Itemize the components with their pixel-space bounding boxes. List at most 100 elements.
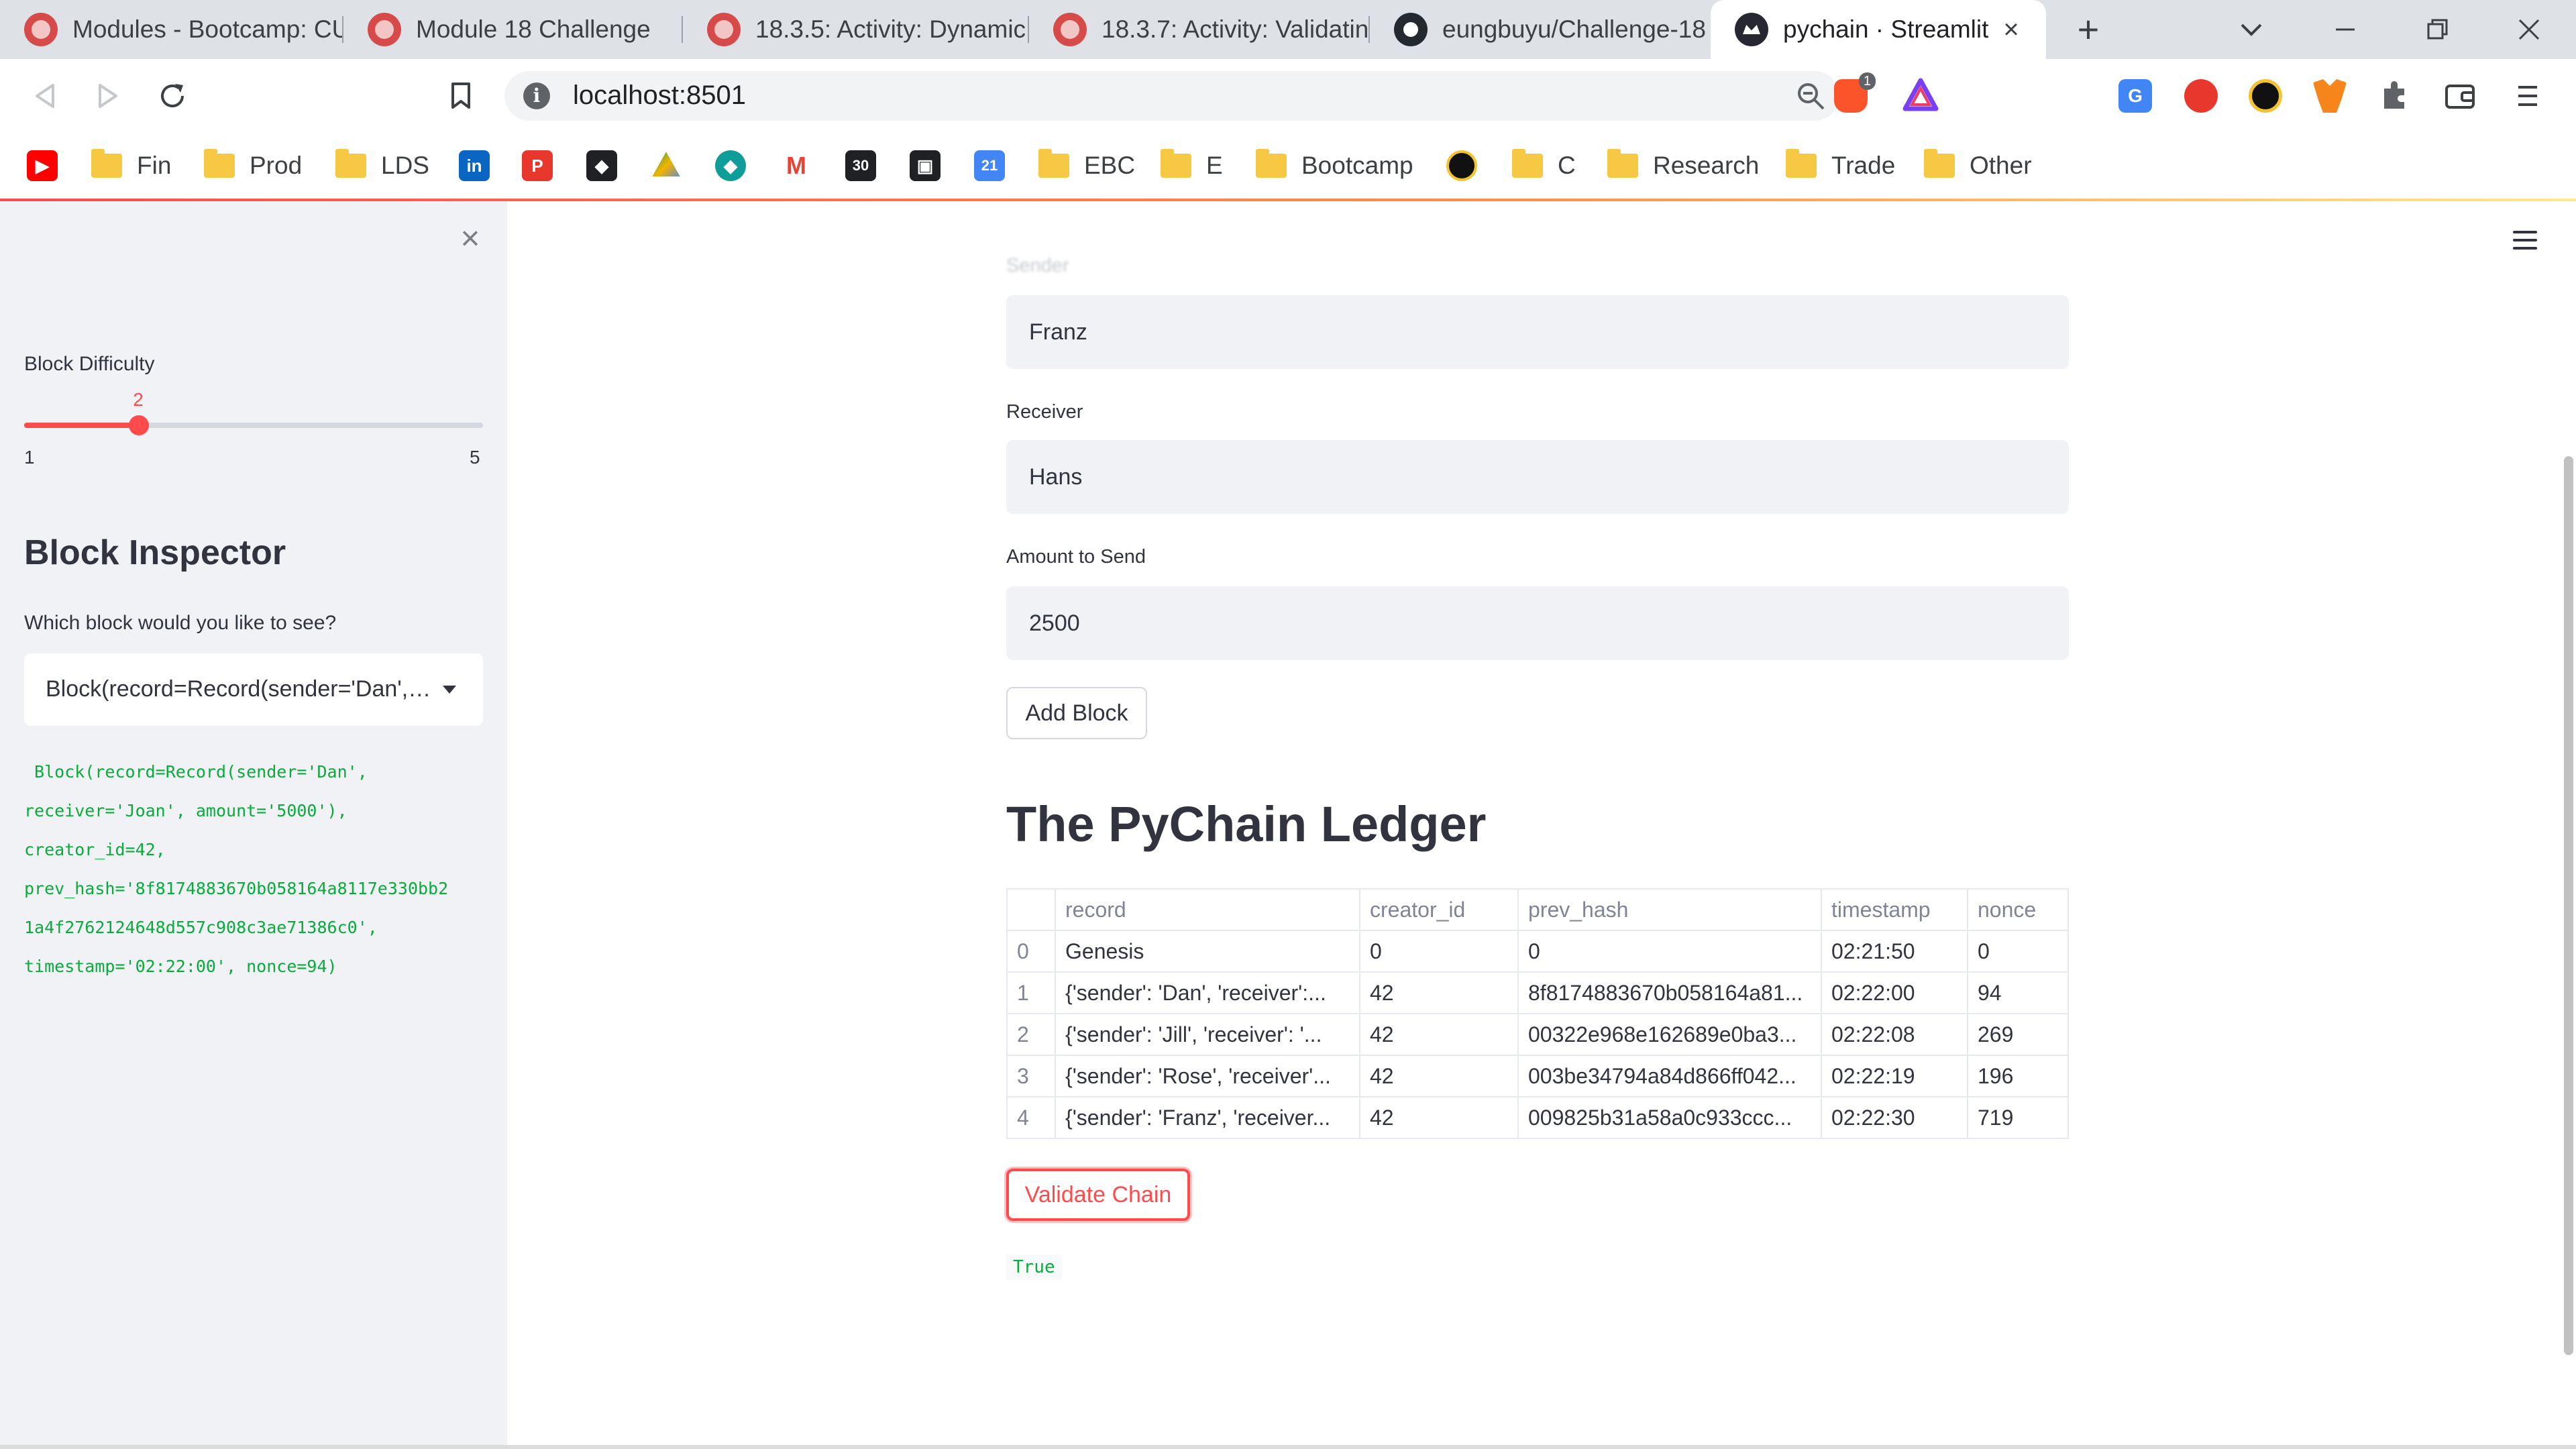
back-icon[interactable] (23, 74, 67, 118)
table-cell[interactable]: {'sender': 'Rose', 'receiver'... (1055, 1055, 1360, 1097)
table-cell[interactable]: {'sender': 'Jill', 'receiver': '... (1055, 1013, 1360, 1056)
address-bar[interactable]: i localhost:8501 (504, 71, 1839, 121)
table-header-row: record creator_id prev_hash timestamp no… (1006, 888, 2069, 931)
bookmark-google-drive[interactable] (651, 146, 682, 185)
bookmark-folder[interactable]: Bootcamp (1256, 146, 1413, 185)
amount-input[interactable]: 2500 (1006, 586, 2069, 660)
zoom-icon[interactable] (1795, 80, 1826, 111)
browser-tab-active[interactable]: pychain · Streamlit × (1711, 0, 2046, 59)
bookmark-folder[interactable]: Prod (204, 146, 302, 185)
page-scrollbar[interactable] (2564, 456, 2573, 1355)
metamask-icon[interactable] (2313, 79, 2347, 113)
wallet-icon[interactable] (2443, 79, 2477, 113)
brave-shield-icon[interactable]: 1 (1834, 72, 1876, 113)
table-cell[interactable]: 0 (1359, 930, 1519, 973)
bookmark-folder[interactable]: EBC (1038, 146, 1135, 185)
brave-rewards-icon[interactable] (1902, 78, 1939, 111)
bookmark-app[interactable]: P (522, 146, 553, 185)
table-cell[interactable]: 00322e968e162689e0ba3... (1517, 1013, 1822, 1056)
browser-tab[interactable]: eungbuyu/Challenge-18 (1370, 0, 1711, 59)
table-cell[interactable]: 0 (1517, 930, 1822, 973)
validate-chain-button[interactable]: Validate Chain (1006, 1169, 1190, 1221)
table-cell[interactable]: {'sender': 'Franz', 'receiver... (1055, 1096, 1360, 1139)
bookmark-linkedin[interactable]: in (459, 146, 490, 185)
table-cell[interactable]: 8f8174883670b058164a81... (1517, 971, 1822, 1014)
close-tab-icon[interactable]: × (1996, 15, 2026, 44)
table-cell[interactable]: 003be34794a84d866ff042... (1517, 1055, 1822, 1097)
browser-tab-bar: Modules - Bootcamp: CU Module 18 Challen… (0, 0, 2576, 59)
table-cell[interactable]: 02:22:30 (1821, 1096, 1968, 1139)
slider-thumb[interactable] (129, 415, 149, 435)
column-header[interactable]: nonce (1967, 888, 2069, 931)
app-menu-icon[interactable] (2513, 231, 2537, 255)
column-header[interactable]: timestamp (1821, 888, 1968, 931)
restore-icon[interactable] (2418, 12, 2458, 47)
column-header[interactable] (1006, 888, 1056, 931)
bookmark-page-icon[interactable] (439, 74, 483, 118)
browser-tab[interactable]: Modules - Bootcamp: CU (0, 0, 343, 59)
bookmark-folder[interactable]: Research (1607, 146, 1759, 185)
bookmark-app[interactable] (1446, 146, 1477, 185)
bookmark-gmail[interactable]: M (781, 146, 812, 185)
bookmark-youtube[interactable]: ▶ (27, 146, 58, 185)
block-select[interactable]: Block(record=Record(sender='Dan', receiv… (24, 653, 483, 726)
table-cell[interactable]: 42 (1359, 1013, 1519, 1056)
browser-tab[interactable]: Module 18 Challenge (343, 0, 683, 59)
bookmark-app[interactable]: ◆ (715, 146, 746, 185)
coin-extension-icon[interactable] (2249, 79, 2282, 113)
browser-tab[interactable]: 18.3.7: Activity: Validating (1029, 0, 1370, 59)
bookmark-folder[interactable]: Fin (91, 146, 171, 185)
table-cell[interactable]: 42 (1359, 1055, 1519, 1097)
table-cell[interactable]: 196 (1967, 1055, 2069, 1097)
new-tab-icon[interactable]: + (2070, 11, 2107, 48)
reload-icon[interactable] (150, 74, 195, 118)
table-cell[interactable]: 02:22:00 (1821, 971, 1968, 1014)
table-cell[interactable]: 269 (1967, 1013, 2069, 1056)
table-cell[interactable]: 02:22:19 (1821, 1055, 1968, 1097)
bookmark-folder[interactable]: E (1161, 146, 1223, 185)
browser-tab-title: Modules - Bootcamp: CU (72, 15, 343, 43)
close-sidebar-icon[interactable]: × (453, 221, 487, 255)
table-cell[interactable]: 42 (1359, 971, 1519, 1014)
lastpass-icon[interactable] (2184, 79, 2218, 113)
row-index: 4 (1006, 1096, 1056, 1139)
forward-icon[interactable] (86, 74, 130, 118)
table-cell[interactable]: 42 (1359, 1096, 1519, 1139)
row-index: 0 (1006, 930, 1056, 973)
add-block-button[interactable]: Add Block (1006, 687, 1147, 739)
column-header[interactable]: record (1055, 888, 1360, 931)
bookmark-folder[interactable]: LDS (335, 146, 429, 185)
google-translate-icon[interactable]: G (2118, 79, 2152, 113)
bookmark-folder[interactable]: Other (1924, 146, 2032, 185)
browser-tab[interactable]: 18.3.5: Activity: Dynamic (683, 0, 1029, 59)
difficulty-slider[interactable] (24, 415, 483, 435)
table-cell[interactable]: 02:22:08 (1821, 1013, 1968, 1056)
bookmark-folder[interactable]: Trade (1786, 146, 1895, 185)
close-window-icon[interactable] (2509, 12, 2549, 47)
column-header[interactable]: creator_id (1359, 888, 1519, 931)
column-header[interactable]: prev_hash (1517, 888, 1822, 931)
code-line: creator_id=42, (24, 840, 166, 859)
table-cell[interactable]: 0 (1967, 930, 2069, 973)
bookmark-app[interactable]: ▣ (910, 146, 941, 185)
minimize-icon[interactable] (2325, 12, 2365, 47)
tab-search-icon[interactable] (2231, 12, 2271, 47)
bookmark-app[interactable]: ◆ (586, 146, 617, 185)
extensions-icon[interactable] (2377, 79, 2411, 113)
receiver-input[interactable]: Hans (1006, 440, 2069, 514)
bookmark-calendar[interactable]: 30 (845, 146, 876, 185)
table-cell[interactable]: 009825b31a58a0c933ccc... (1517, 1096, 1822, 1139)
table-cell[interactable]: 719 (1967, 1096, 2069, 1139)
address-bar-url[interactable]: localhost:8501 (573, 80, 746, 111)
bookmark-google-calendar[interactable]: 21 (974, 146, 1005, 185)
table-cell[interactable]: 02:21:50 (1821, 930, 1968, 973)
sender-input[interactable]: Franz (1006, 295, 2069, 369)
table-cell[interactable]: Genesis (1055, 930, 1360, 973)
menu-icon[interactable] (2514, 79, 2548, 113)
site-info-icon[interactable]: i (523, 83, 550, 109)
table-row: 2 {'sender': 'Jill', 'receiver': '... 42… (1006, 1013, 2069, 1056)
table-cell[interactable]: {'sender': 'Dan', 'receiver':... (1055, 971, 1360, 1014)
bookmark-folder[interactable]: C (1512, 146, 1576, 185)
table-cell[interactable]: 94 (1967, 971, 2069, 1014)
bookmark-label: EBC (1084, 152, 1136, 179)
